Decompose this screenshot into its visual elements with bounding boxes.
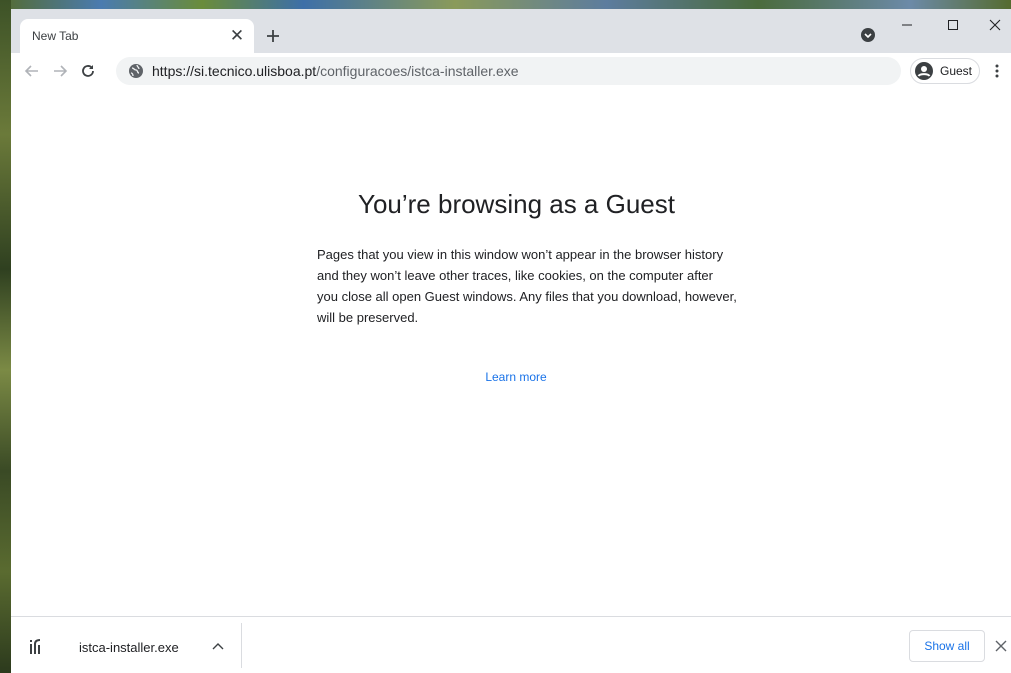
window-maximize-button[interactable] xyxy=(930,9,976,41)
tab-new-tab[interactable]: New Tab ✕ xyxy=(20,19,254,53)
title-bar: New Tab ✕ xyxy=(11,9,1011,53)
url-path: /configuracoes/istca-installer.exe xyxy=(316,63,519,79)
profile-label: Guest xyxy=(940,64,973,78)
close-icon xyxy=(989,19,1001,31)
address-bar[interactable]: https://si.tecnico.ulisboa.pt/configurac… xyxy=(116,57,901,85)
url-host: https://si.tecnico.ulisboa.pt xyxy=(152,63,317,79)
account-circle-icon xyxy=(915,62,933,80)
file-icon xyxy=(27,638,45,656)
profile-button[interactable]: Guest xyxy=(910,58,980,84)
forward-button[interactable] xyxy=(46,57,74,85)
close-icon xyxy=(995,640,1007,652)
guest-description: Pages that you view in this window won’t… xyxy=(317,247,737,325)
back-button[interactable] xyxy=(18,57,46,85)
learn-more-link[interactable]: Learn more xyxy=(11,370,1011,384)
download-file-name: istca-installer.exe xyxy=(79,640,179,655)
url-text: https://si.tecnico.ulisboa.pt/configurac… xyxy=(152,63,519,79)
arrow-left-icon xyxy=(24,65,38,77)
desktop-background-top xyxy=(0,0,1011,9)
tab-title: New Tab xyxy=(32,29,79,43)
maximize-icon xyxy=(948,20,958,30)
menu-button[interactable] xyxy=(986,57,1008,85)
page-content: You’re browsing as a Guest Pages that yo… xyxy=(11,89,1011,615)
new-tab-button[interactable] xyxy=(259,22,287,50)
minimize-icon xyxy=(902,24,912,26)
browser-window: New Tab ✕ https://si.tecnico.ulisboa.pt/… xyxy=(11,9,1011,673)
plus-icon xyxy=(267,30,279,42)
desktop-background-left xyxy=(0,0,11,673)
window-minimize-button[interactable] xyxy=(884,9,930,41)
globe-icon[interactable] xyxy=(128,63,144,79)
more-vertical-icon xyxy=(995,64,999,78)
tab-close-icon[interactable]: ✕ xyxy=(224,23,250,49)
reload-button[interactable] xyxy=(74,57,102,85)
show-all-button[interactable]: Show all xyxy=(909,630,985,662)
tab-search-button[interactable] xyxy=(858,25,878,45)
toolbar: https://si.tecnico.ulisboa.pt/configurac… xyxy=(11,53,1011,89)
tab-search-icon xyxy=(861,28,875,42)
download-options-button[interactable] xyxy=(208,636,228,656)
download-shelf: istca-installer.exe Show all xyxy=(11,616,1011,673)
chevron-up-icon xyxy=(212,643,224,650)
arrow-right-icon xyxy=(54,65,68,77)
reload-icon xyxy=(82,65,94,77)
window-close-button[interactable] xyxy=(972,9,1011,41)
page-title: You’re browsing as a Guest xyxy=(357,189,675,219)
download-item[interactable]: istca-installer.exe xyxy=(11,623,242,668)
shelf-close-button[interactable] xyxy=(991,635,1011,657)
